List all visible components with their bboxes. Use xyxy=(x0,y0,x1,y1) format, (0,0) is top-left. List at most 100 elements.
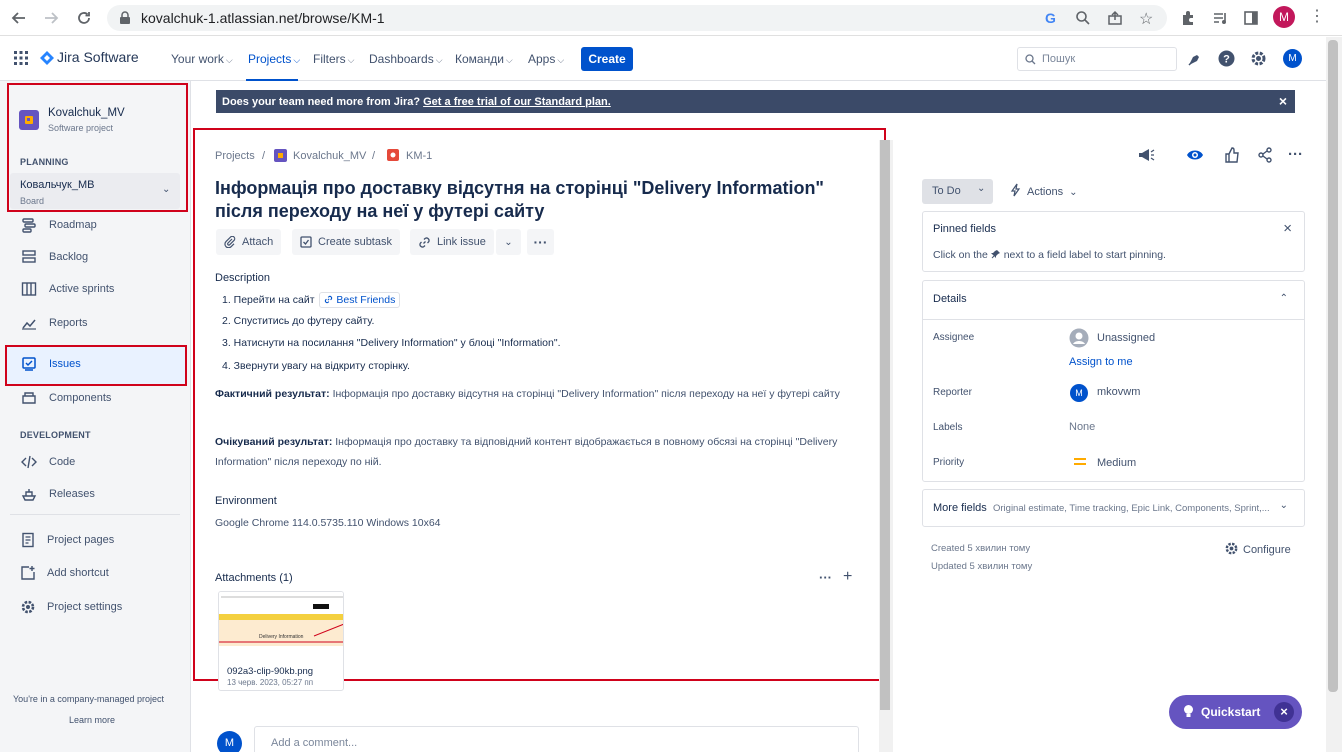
sidebar-item-add-shortcut[interactable]: Add shortcut xyxy=(0,562,190,586)
app-name[interactable]: Jira Software xyxy=(57,49,139,65)
browser-profile-avatar[interactable]: M xyxy=(1273,6,1295,28)
reporter-value[interactable]: mkovwm xyxy=(1097,386,1140,398)
sidebar-item-releases[interactable]: Releases xyxy=(0,483,190,507)
help-icon[interactable]: ? xyxy=(1218,50,1235,67)
chevron-down-icon: ⌄ xyxy=(977,183,986,194)
environment-value[interactable]: Google Chrome 114.0.5735.110 Windows 10x… xyxy=(215,517,441,529)
back-icon[interactable] xyxy=(8,7,30,29)
watch-eye-icon[interactable] xyxy=(1186,148,1204,162)
labels-value[interactable]: None xyxy=(1069,421,1095,433)
user-avatar[interactable]: M xyxy=(1283,49,1302,68)
configure-button[interactable]: Configure xyxy=(1224,541,1291,556)
create-subtask-button[interactable]: Create subtask xyxy=(292,229,400,255)
reload-icon[interactable] xyxy=(73,7,95,29)
more-actions-icon[interactable]: ··· xyxy=(527,229,554,255)
created-timestamp: Created 5 хвилин тому xyxy=(931,543,1031,554)
sidebar-item-code[interactable]: Code xyxy=(0,451,190,475)
sidebar-item-project-settings[interactable]: Project settings xyxy=(0,596,190,620)
sidebar-item-active-sprints[interactable]: Active sprints xyxy=(0,278,190,302)
roadmap-icon xyxy=(21,217,39,235)
app-switcher-icon[interactable] xyxy=(14,51,28,65)
assignee-value[interactable]: Unassigned xyxy=(1097,332,1155,344)
link-issue-button[interactable]: Link issue xyxy=(410,229,494,255)
page-icon xyxy=(20,532,38,550)
nav-apps[interactable]: Apps ⌵ xyxy=(528,52,564,66)
learn-more-link[interactable]: Learn more xyxy=(69,715,115,725)
assignee-label: Assignee xyxy=(933,332,975,343)
sidebar-item-components[interactable]: Components xyxy=(0,387,190,411)
sidebar-item-reports[interactable]: Reports xyxy=(0,312,190,336)
side-panel-icon[interactable] xyxy=(1240,7,1262,29)
share-icon[interactable] xyxy=(1107,10,1123,26)
google-icon[interactable]: G xyxy=(1045,10,1056,26)
actions-dropdown[interactable]: Actions ⌄ xyxy=(1010,183,1077,198)
board-selector[interactable]: Ковальчук_МВ Board ⌄ xyxy=(10,173,180,209)
breadcrumb-separator: / xyxy=(262,150,266,162)
priority-value[interactable]: Medium xyxy=(1097,457,1136,469)
pinned-hint-pre: Click on the xyxy=(933,249,988,261)
comment-input[interactable]: Add a comment... xyxy=(254,726,859,752)
close-icon[interactable]: × xyxy=(1279,93,1287,109)
close-icon[interactable]: × xyxy=(1274,702,1294,722)
nav-teams[interactable]: Команди ⌵ xyxy=(455,52,513,66)
more-options-icon[interactable]: ··· xyxy=(1288,146,1303,163)
project-name[interactable]: Kovalchuk_MV xyxy=(48,107,125,119)
nav-projects[interactable]: Projects ⌵ xyxy=(248,52,300,66)
pin-icon xyxy=(990,249,1001,259)
issue-scrollbar-thumb[interactable] xyxy=(880,140,890,710)
forward-icon[interactable] xyxy=(40,7,62,29)
assign-to-me-link[interactable]: Assign to me xyxy=(1069,356,1133,368)
close-icon[interactable]: × xyxy=(1283,220,1292,237)
chevron-up-icon[interactable]: ⌃ xyxy=(1280,293,1288,304)
actual-result[interactable]: Фактичний результат: Інформація про дост… xyxy=(215,384,855,404)
breadcrumb-project[interactable]: Kovalchuk_MV xyxy=(293,150,366,162)
attach-button[interactable]: Attach xyxy=(216,229,282,255)
expected-result[interactable]: Очікуваний результат: Інформація про дос… xyxy=(215,432,855,472)
breadcrumb-issue-key[interactable]: KM-1 xyxy=(406,150,432,162)
nav-your-work[interactable]: Your work ⌵ xyxy=(171,52,233,66)
page-scrollbar-thumb[interactable] xyxy=(1328,40,1338,692)
details-title[interactable]: Details xyxy=(933,293,967,305)
sidebar-item-issues[interactable]: Issues xyxy=(6,345,186,385)
zoom-icon[interactable] xyxy=(1075,10,1091,26)
browser-menu-icon[interactable]: ⋮ xyxy=(1309,9,1325,25)
nav-dashboards[interactable]: Dashboards ⌵ xyxy=(369,52,443,66)
step-1-text: 1. Перейти на сайт xyxy=(222,294,315,306)
more-fields-card[interactable]: More fields Original estimate, Time trac… xyxy=(922,489,1305,527)
notifications-icon[interactable] xyxy=(1187,51,1203,67)
search-icon xyxy=(1025,54,1036,65)
quickstart-label: Quickstart xyxy=(1201,705,1261,719)
add-attachment-icon[interactable]: + xyxy=(843,568,852,586)
step-2: 2. Спуститись до футеру сайту. xyxy=(222,315,375,327)
nav-filters[interactable]: Filters ⌵ xyxy=(313,52,355,66)
status-dropdown[interactable]: To Do ⌄ xyxy=(922,179,993,204)
backlog-icon xyxy=(21,249,39,267)
more-fields-title: More fields xyxy=(933,502,987,514)
breadcrumb-separator: / xyxy=(372,150,376,162)
share-icon[interactable] xyxy=(1257,147,1273,163)
quickstart-button[interactable]: Quickstart × xyxy=(1169,695,1302,729)
sidebar-item-label: Components xyxy=(49,392,112,404)
create-button[interactable]: Create xyxy=(581,47,633,71)
attachment-card[interactable]: Delivery Information 092a3-clip-90kb.png… xyxy=(218,591,344,691)
bookmark-star-icon[interactable]: ☆ xyxy=(1139,9,1153,29)
address-bar[interactable]: kovalchuk-1.atlassian.net/browse/KM-1 G … xyxy=(107,5,1167,31)
sidebar-item-roadmap[interactable]: Roadmap xyxy=(0,214,190,238)
banner-link[interactable]: Get a free trial of our Standard plan. xyxy=(423,96,611,108)
sidebar-item-project-pages[interactable]: Project pages xyxy=(0,529,190,553)
issue-title[interactable]: Інформація про доставку відсутня на стор… xyxy=(215,177,855,223)
vote-thumbs-up-icon[interactable] xyxy=(1224,147,1240,163)
company-managed-note: You're in a company-managed project xyxy=(13,694,164,704)
extensions-icon[interactable] xyxy=(1177,7,1199,29)
search-input[interactable]: Пошук xyxy=(1017,47,1177,71)
best-friends-link[interactable]: Best Friends xyxy=(319,292,401,308)
feedback-megaphone-icon[interactable] xyxy=(1137,147,1155,163)
media-icon[interactable] xyxy=(1209,7,1231,29)
lock-icon xyxy=(119,11,131,25)
breadcrumb-projects[interactable]: Projects xyxy=(215,150,255,162)
sidebar-item-backlog[interactable]: Backlog xyxy=(0,246,190,270)
attachments-more-icon[interactable]: ··· xyxy=(819,570,832,585)
reporter-avatar: M xyxy=(1070,384,1088,402)
link-issue-dropdown[interactable]: ⌄ xyxy=(496,229,521,255)
settings-gear-icon[interactable] xyxy=(1250,50,1267,67)
